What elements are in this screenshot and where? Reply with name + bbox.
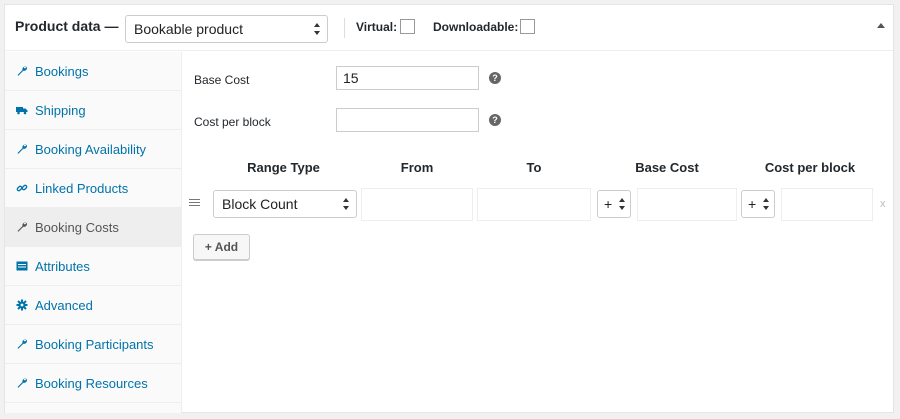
chevron-updown-icon bbox=[343, 198, 349, 210]
booking-costs-panel: Base Cost 15 ? Cost per block ? Range Ty… bbox=[183, 52, 893, 413]
tab-advanced[interactable]: Advanced bbox=[5, 286, 181, 325]
link-icon bbox=[15, 181, 29, 195]
wrench-icon bbox=[15, 376, 29, 390]
add-range-button[interactable]: + Add bbox=[193, 234, 250, 260]
tab-label: Attributes bbox=[35, 258, 90, 274]
column-header-base-cost: Base Cost bbox=[635, 160, 699, 175]
base-cost-label: Base Cost bbox=[194, 73, 250, 87]
cost-per-block-range-input[interactable] bbox=[781, 188, 873, 221]
collapse-toggle-icon[interactable] bbox=[877, 23, 885, 28]
from-input[interactable] bbox=[361, 188, 473, 221]
to-input[interactable] bbox=[477, 188, 591, 221]
tab-label: Advanced bbox=[35, 297, 93, 313]
wrench-icon bbox=[15, 142, 29, 156]
virtual-label: Virtual: bbox=[356, 20, 398, 34]
column-header-to: To bbox=[526, 160, 542, 175]
product-type-value: Bookable product bbox=[134, 21, 243, 37]
virtual-checkbox[interactable] bbox=[400, 19, 415, 34]
operator-value: + bbox=[748, 196, 757, 212]
table-row: Block Count + + x bbox=[183, 182, 893, 222]
chevron-updown-icon bbox=[763, 198, 769, 210]
tab-label: Booking Participants bbox=[35, 336, 154, 352]
truck-icon bbox=[15, 103, 29, 117]
chevron-updown-icon bbox=[619, 198, 625, 210]
remove-row-button[interactable]: x bbox=[880, 198, 886, 210]
tab-label: Linked Products bbox=[35, 180, 129, 196]
tab-bookings[interactable]: Bookings bbox=[5, 52, 181, 91]
column-header-cost-per-block: Cost per block bbox=[764, 160, 856, 175]
cost-per-block-label: Cost per block bbox=[194, 115, 271, 129]
table-icon bbox=[15, 259, 29, 273]
tab-label: Shipping bbox=[35, 102, 86, 118]
tab-label: Bookings bbox=[35, 63, 89, 79]
tab-attributes[interactable]: Attributes bbox=[5, 247, 181, 286]
panel-title: Product data — bbox=[15, 18, 119, 34]
tab-label: Booking Costs bbox=[35, 219, 119, 235]
tab-booking-participants[interactable]: Booking Participants bbox=[5, 325, 181, 364]
tab-label: Booking Availability bbox=[35, 141, 147, 157]
range-type-value: Block Count bbox=[222, 196, 298, 212]
column-header-from: From bbox=[400, 160, 434, 175]
tab-booking-costs[interactable]: Booking Costs bbox=[5, 208, 181, 247]
tab-booking-availability[interactable]: Booking Availability bbox=[5, 130, 181, 169]
base-cost-range-input[interactable] bbox=[637, 188, 737, 221]
wrench-icon bbox=[15, 220, 29, 234]
downloadable-checkbox[interactable] bbox=[520, 19, 535, 34]
panel-header: Product data — Bookable product Virtual:… bbox=[5, 5, 893, 51]
wrench-icon bbox=[15, 64, 29, 78]
gear-icon bbox=[15, 298, 29, 312]
block-cost-operator-select[interactable]: + bbox=[741, 190, 775, 218]
range-type-select[interactable]: Block Count bbox=[213, 190, 357, 218]
header-divider bbox=[344, 18, 345, 38]
wrench-icon bbox=[15, 337, 29, 351]
tab-linked-products[interactable]: Linked Products bbox=[5, 169, 181, 208]
cost-per-block-input[interactable] bbox=[336, 108, 479, 132]
tab-shipping[interactable]: Shipping bbox=[5, 91, 181, 130]
base-cost-input[interactable]: 15 bbox=[336, 66, 479, 90]
help-icon: ? bbox=[489, 114, 501, 126]
help-icon: ? bbox=[489, 72, 501, 84]
product-type-select[interactable]: Bookable product bbox=[125, 15, 328, 43]
tab-booking-resources[interactable]: Booking Resources bbox=[5, 364, 181, 403]
product-data-tabs: Bookings Shipping Booking Availability L… bbox=[5, 52, 182, 413]
chevron-updown-icon bbox=[314, 23, 320, 35]
product-data-panel: Product data — Bookable product Virtual:… bbox=[4, 4, 894, 413]
downloadable-label: Downloadable: bbox=[433, 20, 519, 34]
base-cost-operator-select[interactable]: + bbox=[597, 190, 631, 218]
drag-handle-icon[interactable] bbox=[189, 199, 200, 207]
column-header-range-type: Range Type bbox=[247, 160, 320, 175]
operator-value: + bbox=[604, 196, 613, 212]
tab-label: Booking Resources bbox=[35, 375, 148, 391]
